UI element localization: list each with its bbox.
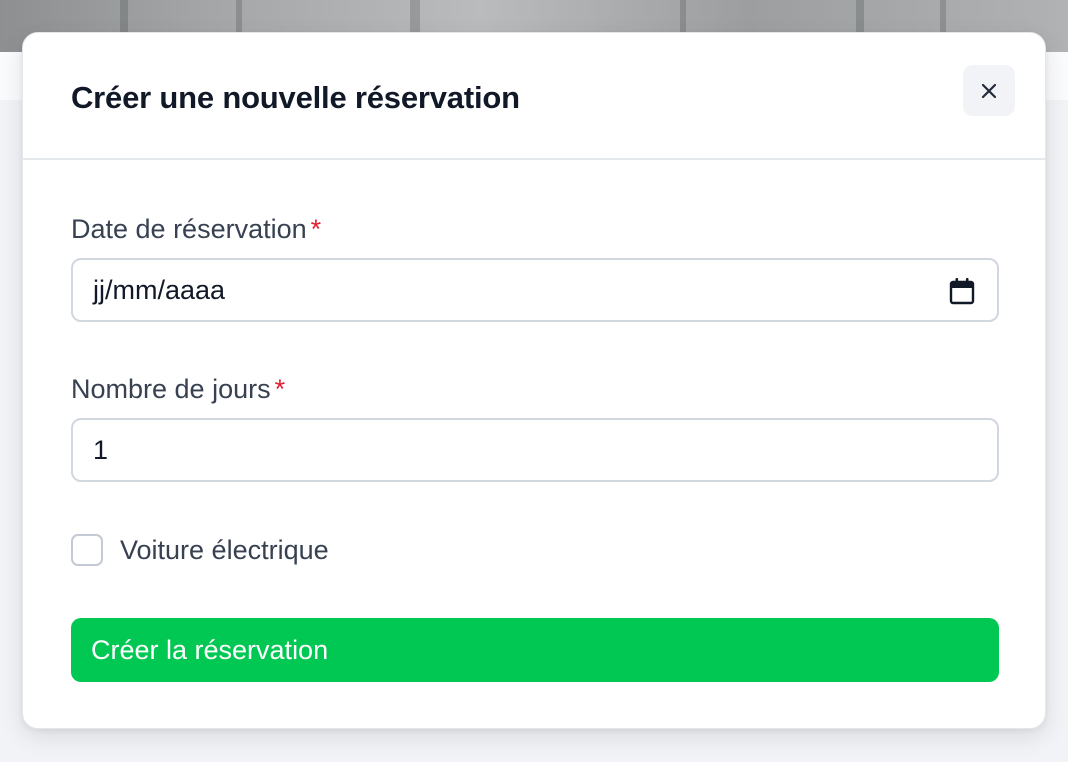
close-icon bbox=[981, 83, 997, 98]
electric-car-checkbox[interactable] bbox=[71, 534, 103, 566]
date-input-placeholder: jj/mm/aaaa bbox=[93, 274, 226, 305]
reservation-modal: Créer une nouvelle réservation Date de r… bbox=[22, 32, 1046, 729]
days-field-label-text: Nombre de jours bbox=[71, 374, 271, 404]
date-field-label-text: Date de réservation bbox=[71, 214, 307, 244]
date-input[interactable]: jj/mm/aaaa bbox=[71, 258, 999, 322]
modal-header: Créer une nouvelle réservation bbox=[23, 33, 1045, 160]
create-reservation-button[interactable]: Créer la réservation bbox=[71, 618, 999, 682]
close-button[interactable] bbox=[963, 65, 1015, 116]
modal-title: Créer une nouvelle réservation bbox=[71, 80, 520, 115]
days-input[interactable]: 1 bbox=[71, 418, 999, 482]
days-input-value: 1 bbox=[93, 434, 109, 465]
date-field-label: Date de réservation * bbox=[71, 214, 321, 245]
calendar-icon[interactable] bbox=[949, 277, 975, 305]
electric-car-option[interactable]: Voiture électrique bbox=[71, 533, 329, 567]
required-marker: * bbox=[310, 214, 322, 244]
electric-car-label[interactable]: Voiture électrique bbox=[120, 535, 329, 566]
required-marker: * bbox=[274, 374, 286, 404]
days-field-label: Nombre de jours * bbox=[71, 374, 285, 405]
